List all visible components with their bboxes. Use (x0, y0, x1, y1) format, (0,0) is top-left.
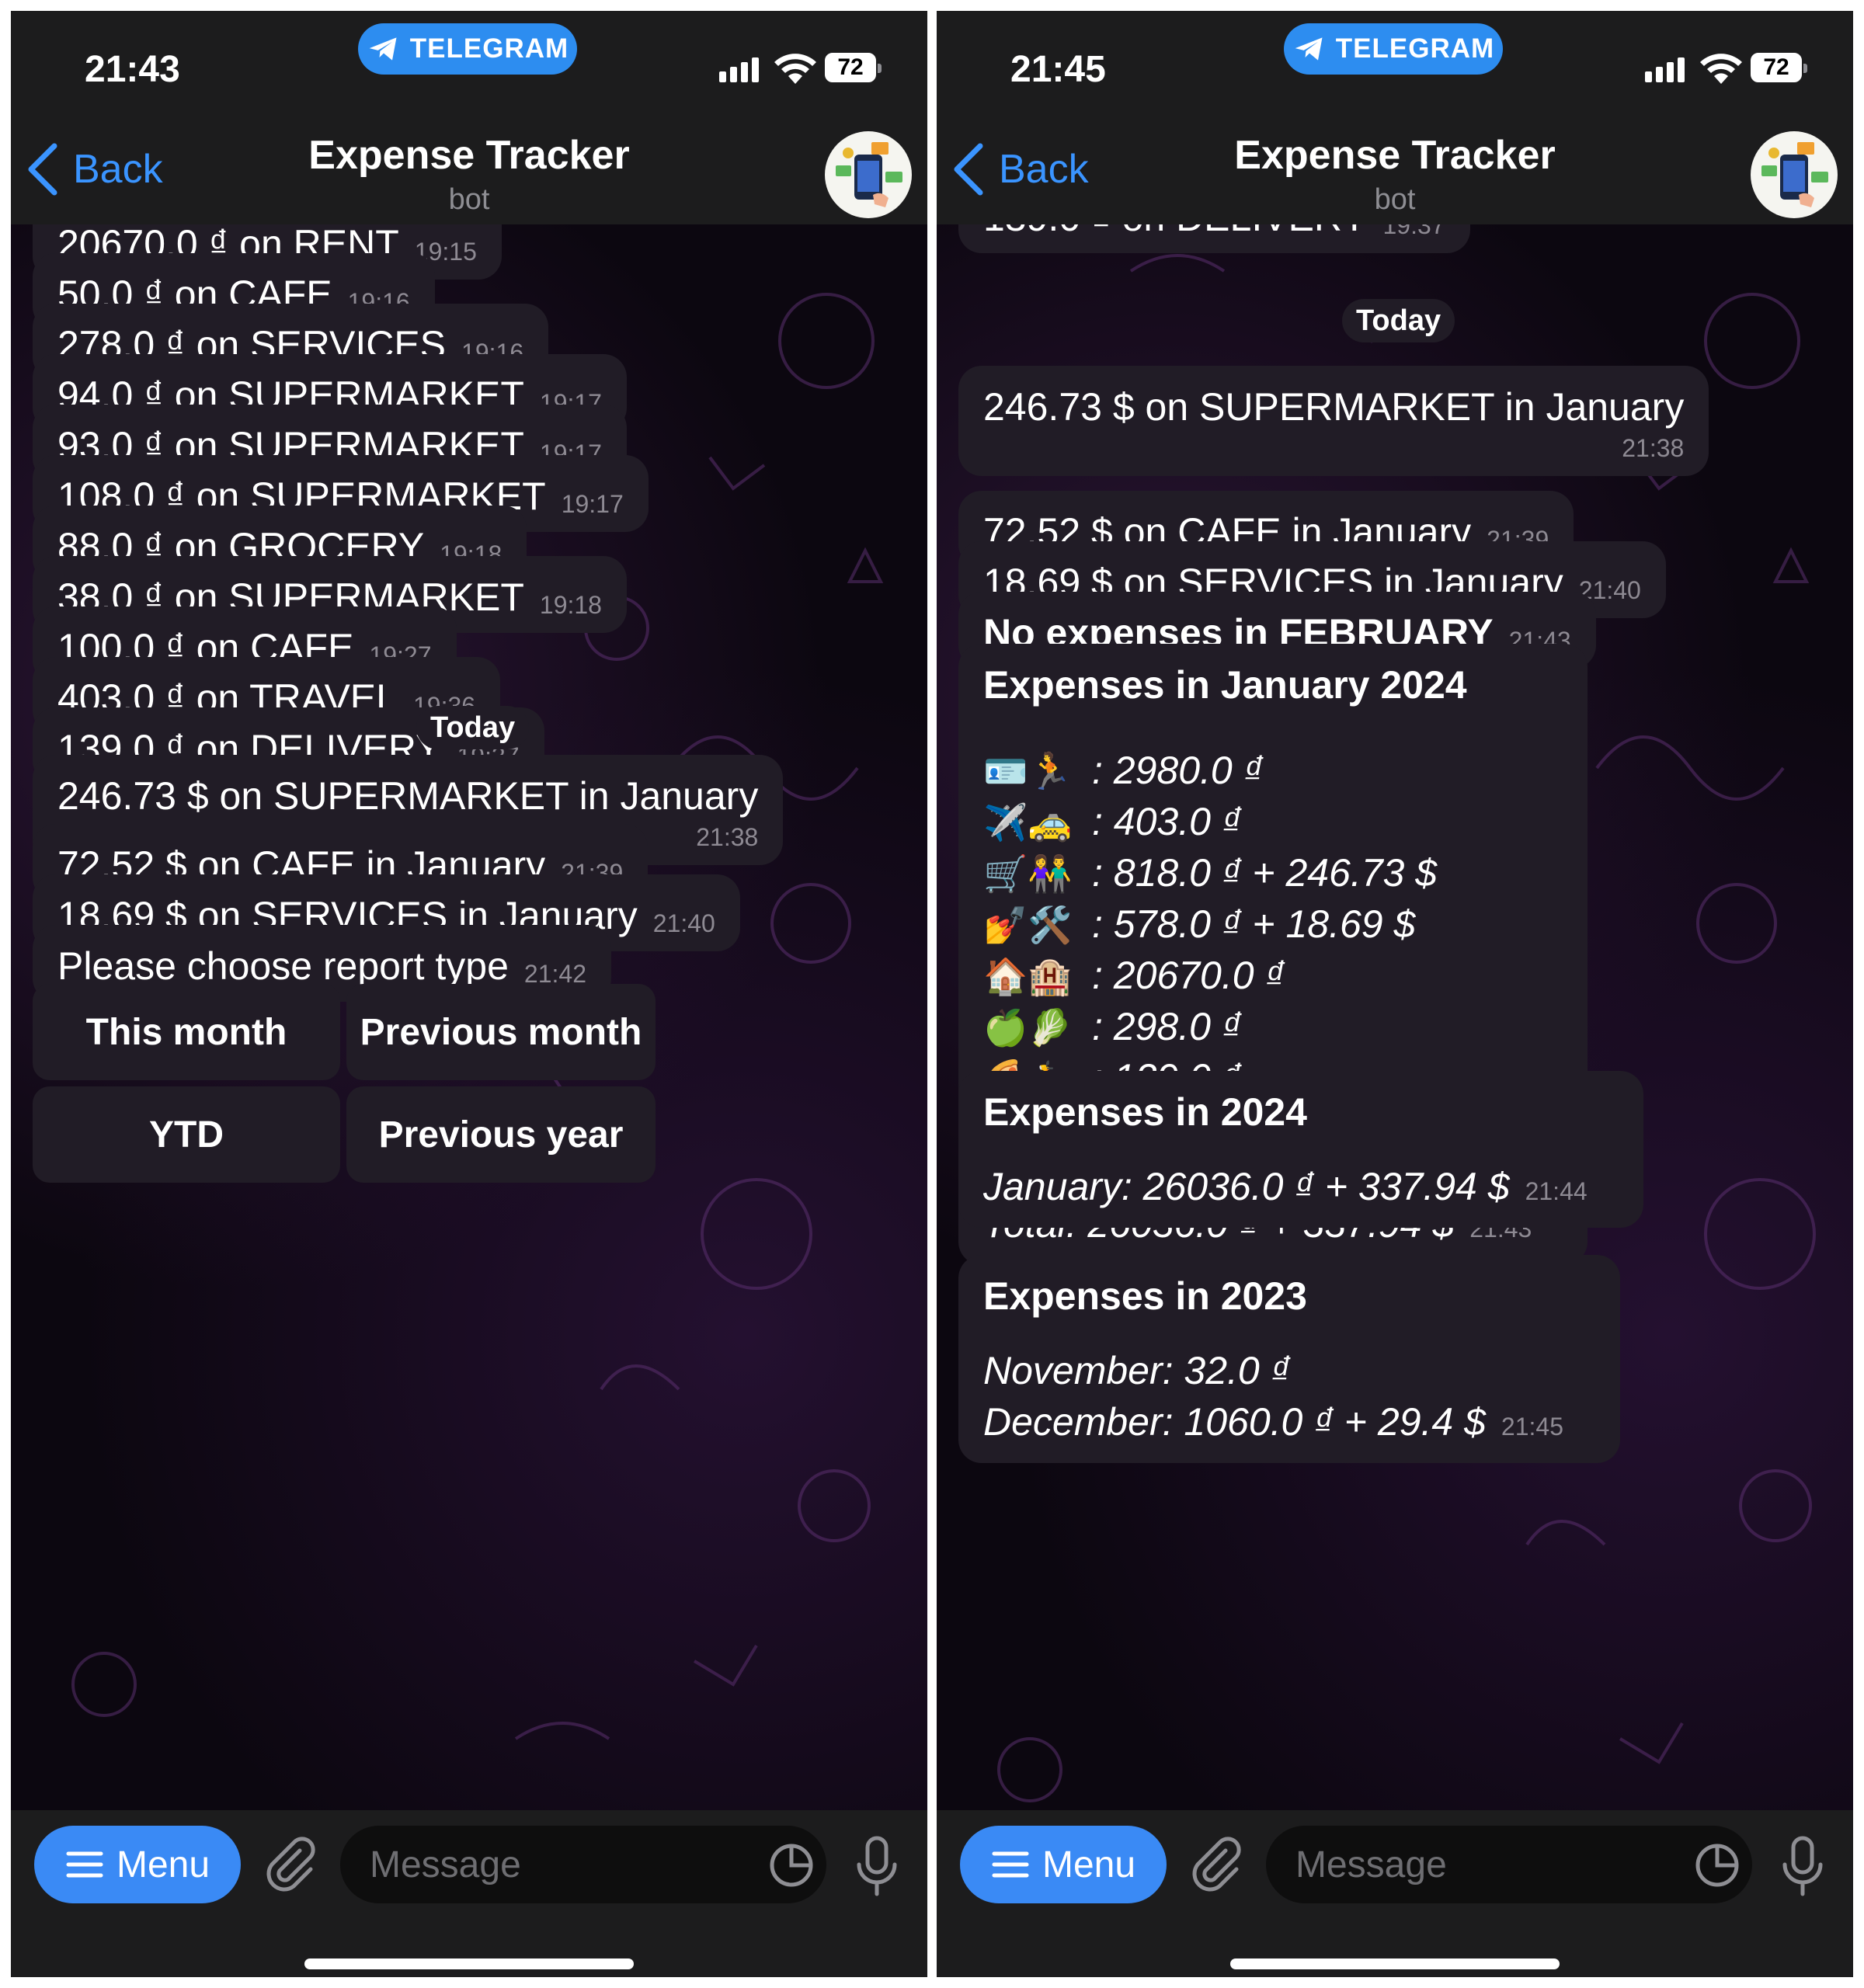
sticker-icon[interactable] (769, 1843, 814, 1888)
wifi-icon (1700, 54, 1742, 84)
category-emoji-icon: 💅🛠️ (983, 905, 1073, 945)
report-line: January: 26036.0 ₫ + 337.94 $ 21:44 (983, 1161, 1619, 1212)
ytd-button[interactable]: YTD (33, 1086, 340, 1183)
menu-button[interactable]: Menu (34, 1826, 241, 1903)
left-screenshot: 21:43 TELEGRAM 72 Back Expense Tracker b… (11, 11, 927, 1977)
category-amount: : 818.0 ₫ + 246.73 $ (1092, 851, 1438, 895)
telegram-label: TELEGRAM (409, 33, 569, 64)
home-indicator[interactable] (304, 1958, 634, 1969)
chat-title[interactable]: Expense Tracker (11, 132, 927, 179)
message-input[interactable]: Message (1266, 1826, 1752, 1903)
category-line: 🏠🏨 : 20670.0 ₫ (983, 950, 1563, 1001)
signal-icon (719, 57, 759, 82)
attachment-icon[interactable] (1187, 1833, 1243, 1896)
telegram-pill[interactable]: TELEGRAM (1284, 23, 1503, 75)
category-line: 🪪🏃 : 2980.0 ₫ (983, 745, 1563, 796)
message-text: 139.0 ₫ on DELIVERY (983, 224, 1367, 239)
date-chip: Today (1342, 299, 1455, 342)
telegram-pill[interactable]: TELEGRAM (358, 23, 577, 75)
month-total: January: 26036.0 ₫ + 337.94 $ (983, 1165, 1510, 1208)
category-emoji-icon: 🛒👫 (983, 853, 1073, 894)
home-indicator[interactable] (1230, 1958, 1560, 1969)
category-amount: : 2980.0 ₫ (1092, 749, 1264, 792)
message-bubble[interactable]: 139.0 ₫ on DELIVERY 19:37 (958, 224, 1470, 253)
message-input[interactable]: Message (340, 1826, 826, 1903)
report-2024[interactable]: Expenses in 2024 January: 26036.0 ₫ + 337… (958, 1071, 1643, 1228)
telegram-plane-icon (1295, 37, 1323, 61)
right-screenshot: 21:45 TELEGRAM 72 Back Expense Tracker b… (937, 11, 1853, 1977)
chat-subtitle: bot (1374, 183, 1416, 216)
battery-icon: 72 (1751, 53, 1807, 82)
category-emoji-icon: 🍏🥬 (983, 1007, 1073, 1048)
menu-button[interactable]: Menu (960, 1826, 1167, 1903)
previous-month-button[interactable]: Previous month (346, 984, 656, 1080)
message-time: 19:18 (539, 591, 602, 619)
category-emoji-icon: 🏠🏨 (983, 956, 1073, 996)
category-line: 💅🛠️ : 578.0 ₫ + 18.69 $ (983, 898, 1563, 950)
category-emoji-icon: ✈️🚕 (983, 802, 1073, 843)
category-amount: : 403.0 ₫ (1092, 800, 1242, 843)
input-bar: Menu Message (937, 1810, 1853, 1977)
previous-year-button[interactable]: Previous year (346, 1086, 656, 1183)
sticker-icon[interactable] (1695, 1843, 1740, 1888)
message-time: 19:37 (1382, 224, 1445, 239)
message-text: Please choose report type (57, 944, 509, 988)
category-line: ✈️🚕 : 403.0 ₫ (983, 796, 1563, 847)
telegram-label: TELEGRAM (1335, 33, 1495, 64)
menu-label: Menu (116, 1844, 210, 1885)
category-amount: : 298.0 ₫ (1092, 1005, 1242, 1048)
microphone-icon[interactable] (853, 1835, 901, 1897)
chat-title[interactable]: Expense Tracker (937, 132, 1853, 179)
chat-area[interactable]: 139.0 ₫ on DELIVERY 19:37 Today 246.73 $ on… (937, 224, 1853, 1810)
message-text: 246.73 $ on SUPERMARKET in January (57, 774, 759, 818)
category-line: 🍏🥬 : 298.0 ₫ (983, 1001, 1563, 1052)
report-title: Expenses in 2023 (983, 1274, 1307, 1318)
report-title: Expenses in 2024 (983, 1090, 1307, 1134)
category-emoji-icon: 🪪🏃 (983, 751, 1073, 791)
status-time: 21:45 (1010, 49, 1106, 90)
message-placeholder: Message (1295, 1844, 1447, 1885)
hamburger-icon (992, 1851, 1029, 1878)
message-bubble[interactable]: 246.73 $ on SUPERMARKET in January 21:38 (958, 366, 1709, 476)
message-time: 19:17 (561, 490, 624, 518)
month-total: November: 32.0 ₫ (983, 1349, 1291, 1392)
report-line: November: 32.0 ₫ (983, 1345, 1595, 1396)
chat-area[interactable]: 20670.0 ₫ on RENT 19:15 50.0 ₫ on CAFE 19:1… (11, 224, 927, 1810)
microphone-icon[interactable] (1779, 1835, 1827, 1897)
category-line: 🛒👫 : 818.0 ₫ + 246.73 $ (983, 847, 1563, 898)
attachment-icon[interactable] (261, 1833, 317, 1896)
message-placeholder: Message (370, 1844, 521, 1885)
message-time: 21:45 (1501, 1413, 1563, 1441)
report-line: December: 1060.0 ₫ + 29.4 $ 21:45 (983, 1396, 1595, 1448)
bot-avatar[interactable] (825, 131, 912, 218)
date-chip: Today (416, 706, 530, 749)
telegram-plane-icon (369, 37, 397, 61)
message-text: 246.73 $ on SUPERMARKET in January (983, 385, 1685, 429)
message-time: 21:44 (1525, 1177, 1588, 1205)
input-bar: Menu Message (11, 1810, 927, 1977)
this-month-button[interactable]: This month (33, 984, 340, 1080)
bot-avatar[interactable] (1751, 131, 1838, 218)
category-amount: : 578.0 ₫ + 18.69 $ (1092, 902, 1416, 946)
category-amount: : 20670.0 ₫ (1092, 954, 1285, 997)
menu-label: Menu (1042, 1844, 1136, 1885)
signal-icon (1645, 57, 1685, 82)
status-time: 21:43 (85, 49, 180, 90)
hamburger-icon (66, 1851, 103, 1878)
wifi-icon (774, 54, 816, 84)
chat-subtitle: bot (448, 183, 490, 216)
chat-header: 21:43 TELEGRAM 72 Back Expense Tracker b… (11, 11, 927, 224)
month-total: December: 1060.0 ₫ + 29.4 $ (983, 1400, 1486, 1444)
message-time: 21:38 (1622, 434, 1685, 462)
message-time: 21:42 (523, 960, 586, 988)
message-time: 21:40 (652, 909, 715, 937)
chat-header: 21:45 TELEGRAM 72 Back Expense Tracker b… (937, 11, 1853, 224)
battery-icon: 72 (825, 53, 882, 82)
report-title: Expenses in January 2024 (983, 663, 1467, 707)
report-2023[interactable]: Expenses in 2023 November: 32.0 ₫ December… (958, 1255, 1620, 1463)
